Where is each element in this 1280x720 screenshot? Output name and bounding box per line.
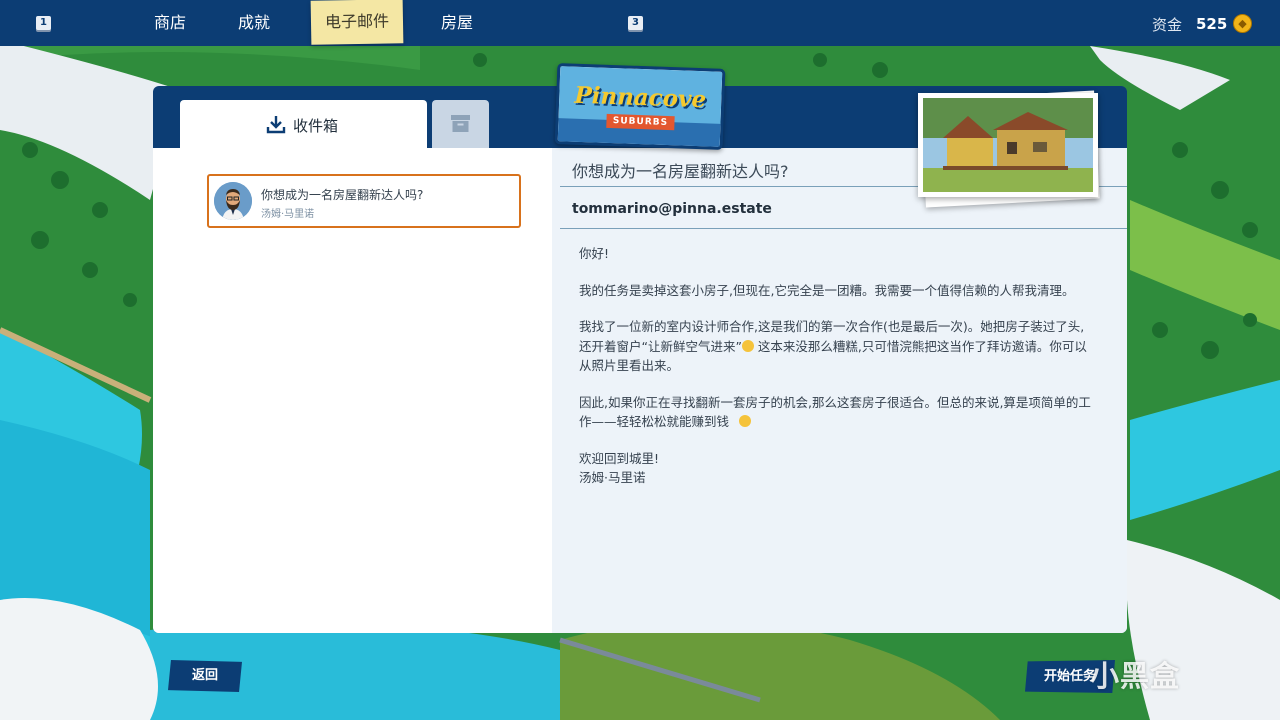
tab-shop[interactable]: 商店 — [154, 0, 186, 46]
mail-list-item[interactable]: 你想成为一名房屋翻新达人吗? 汤姆·马里诺 — [207, 174, 521, 228]
funds-value: 525 — [1196, 15, 1228, 33]
email-body: 你好! 我的任务是卖掉这套小房子,但现在,它完全是一团糟。我需要一个值得信赖的人… — [579, 244, 1091, 488]
wink-emoji-icon — [741, 339, 754, 352]
archive-icon — [451, 115, 470, 132]
divider — [560, 228, 1127, 229]
next-tab-key-hint: 3 — [628, 16, 643, 30]
house-photo-attachment[interactable] — [918, 93, 1098, 197]
inbox-label: 收件箱 — [293, 117, 339, 135]
pinnacove-logo: Pinnacove SUBURBS — [554, 63, 726, 150]
smile-emoji-icon — [738, 415, 751, 427]
tab-inbox[interactable]: 收件箱 — [180, 100, 427, 148]
mail-item-subject: 你想成为一名房屋翻新达人吗? — [261, 188, 424, 202]
download-icon — [266, 116, 286, 134]
tab-archive[interactable] — [432, 100, 489, 148]
logo-subtitle: SUBURBS — [606, 113, 675, 131]
coin-icon: ◆ — [1233, 14, 1252, 33]
funds-label: 资金 — [1152, 16, 1183, 34]
top-nav-bar: 1 商店 成就 电子邮件 房屋 3 资金 525 ◆ — [0, 0, 1280, 46]
email-sender-address: tommarino@pinna.estate — [572, 201, 772, 217]
email-paragraph-3-text: 因此,如果你正在寻找翻新一套房子的机会,那么这套房子很适合。但总的来说,算是项简… — [579, 394, 1091, 430]
email-paragraph-1: 我的任务是卖掉这套小房子,但现在,它完全是一团糟。我需要一个值得信赖的人帮我清理… — [579, 282, 1075, 298]
email-subject: 你想成为一名房屋翻新达人吗? — [572, 162, 789, 181]
avatar — [214, 182, 252, 220]
email-paragraph-2: 我找了一位新的室内设计师合作,这是我们的第一次合作(也是最后一次)。她把房子装过… — [579, 317, 1091, 376]
tab-email[interactable]: 电子邮件 — [310, 0, 404, 45]
email-greeting: 你好! — [579, 246, 610, 261]
tab-houses[interactable]: 房屋 — [441, 0, 473, 46]
watermark: 小黑盒 — [1090, 659, 1181, 693]
logo-name: Pinnacove — [574, 81, 707, 114]
mail-item-sender: 汤姆·马里诺 — [261, 209, 315, 220]
prev-tab-key-hint: 1 — [36, 16, 51, 30]
email-closing: 欢迎回到城里! — [579, 450, 660, 466]
email-signature: 汤姆·马里诺 — [579, 470, 646, 485]
email-paragraph-3: 因此,如果你正在寻找翻新一套房子的机会,那么这套房子很适合。但总的来说,算是项简… — [579, 393, 1091, 432]
tab-achievements[interactable]: 成就 — [238, 0, 270, 46]
back-button[interactable]: 返回 — [168, 660, 242, 692]
